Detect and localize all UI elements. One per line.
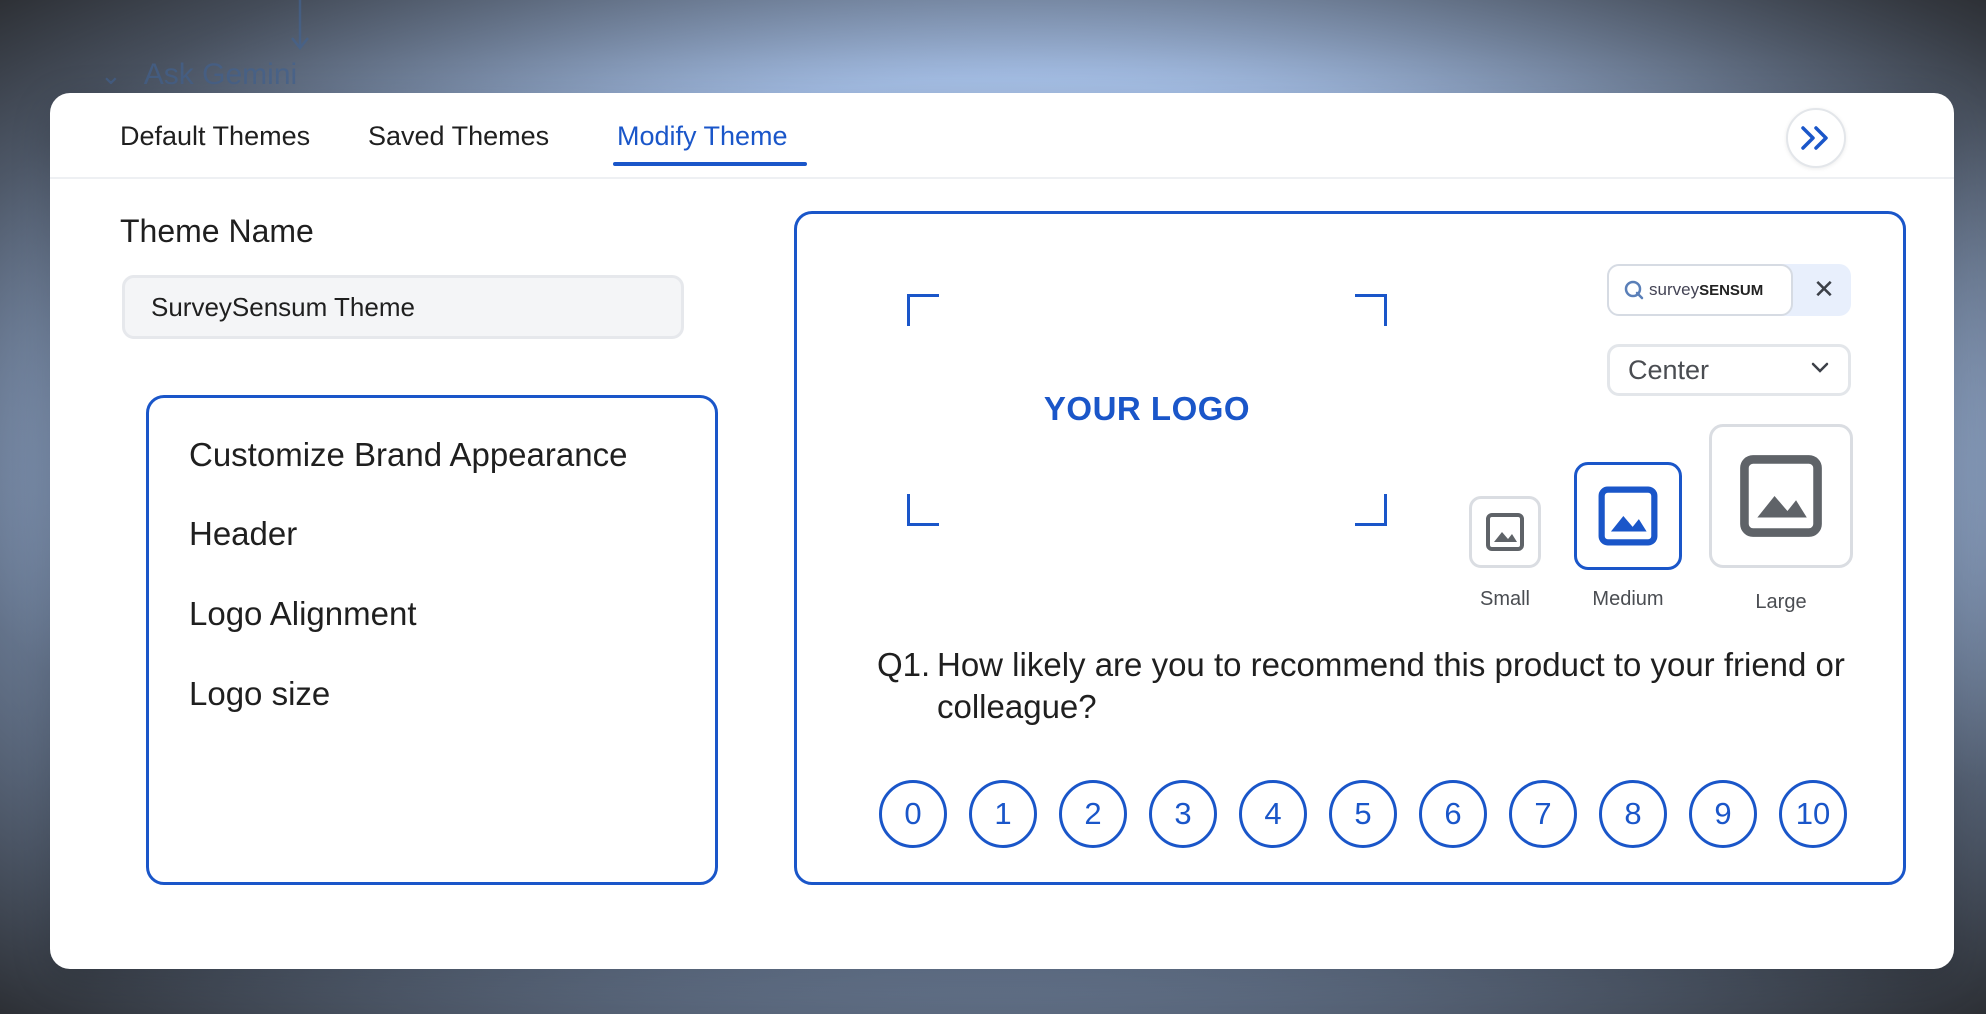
image-icon: [1740, 455, 1822, 537]
menu-item-logo-size[interactable]: Logo size: [189, 675, 330, 713]
menu-item-header[interactable]: Header: [189, 515, 297, 553]
double-chevron-right-icon: [1801, 126, 1828, 150]
logo-alignment-select[interactable]: Center: [1607, 344, 1851, 396]
image-icon: [1598, 486, 1658, 546]
customization-menu: Customize Brand Appearance Header Logo A…: [146, 395, 718, 885]
scale-option-6[interactable]: 6: [1419, 780, 1487, 848]
logo-size-medium-option[interactable]: [1574, 462, 1682, 570]
brand-logo-text: surveySENSUM: [1649, 280, 1764, 299]
corner-mark: [907, 294, 939, 326]
theme-name-input[interactable]: [122, 275, 684, 339]
brand-logo-chip: surveySENSUM ✕: [1607, 264, 1851, 316]
corner-mark: [1355, 294, 1387, 326]
size-label-medium: Medium: [1592, 588, 1664, 610]
tab-bar: Default Themes Saved Themes Modify Theme: [50, 93, 1954, 179]
scale-option-1[interactable]: 1: [969, 780, 1037, 848]
ask-gemini-label: Ask Gemini: [143, 58, 298, 91]
brand-logo: surveySENSUM: [1607, 264, 1793, 316]
scale-option-8[interactable]: 8: [1599, 780, 1667, 848]
image-icon: [1486, 513, 1524, 551]
scale-option-5[interactable]: 5: [1329, 780, 1397, 848]
question-number: Q1.: [877, 646, 931, 683]
nps-scale: 0 1 2 3 4 5 6 7 8 9 10: [879, 780, 1847, 848]
scale-option-2[interactable]: 2: [1059, 780, 1127, 848]
logo-placeholder-text: YOUR LOGO: [1043, 390, 1251, 427]
logo-placeholder[interactable]: YOUR LOGO: [907, 294, 1387, 526]
active-tab-indicator: [613, 162, 807, 166]
scale-option-7[interactable]: 7: [1509, 780, 1577, 848]
collapse-panel-button[interactable]: [1786, 108, 1846, 168]
tab-default-themes[interactable]: Default Themes: [120, 121, 310, 152]
remove-logo-button[interactable]: ✕: [1807, 272, 1841, 306]
scale-option-4[interactable]: 4: [1239, 780, 1307, 848]
logo-size-large-option[interactable]: [1709, 424, 1853, 568]
logo-size-small-option[interactable]: [1469, 496, 1541, 568]
corner-mark: [1355, 494, 1387, 526]
arrow-down-icon: [291, 0, 309, 51]
surveysensum-logo-icon: [1624, 280, 1644, 300]
scale-option-9[interactable]: 9: [1689, 780, 1757, 848]
scale-option-0[interactable]: 0: [879, 780, 947, 848]
chevron-down-icon: [1811, 362, 1829, 373]
background-ask-gemini: ⌄ Ask Gemini: [100, 58, 297, 92]
chevron-down-icon: ⌄: [100, 59, 122, 90]
corner-mark: [907, 494, 939, 526]
menu-item-logo-alignment[interactable]: Logo Alignment: [189, 595, 417, 633]
scale-option-3[interactable]: 3: [1149, 780, 1217, 848]
menu-item-brand-appearance[interactable]: Customize Brand Appearance: [189, 436, 627, 474]
tab-modify-theme[interactable]: Modify Theme: [617, 121, 788, 152]
tab-saved-themes[interactable]: Saved Themes: [368, 121, 549, 152]
scale-option-10[interactable]: 10: [1779, 780, 1847, 848]
theme-preview: YOUR LOGO surveySENSUM ✕ Center Small Me…: [794, 211, 1906, 885]
theme-editor-card: Default Themes Saved Themes Modify Theme…: [50, 93, 1954, 969]
size-label-small: Small: [1479, 588, 1530, 610]
size-label-large: Large: [1755, 591, 1807, 613]
question-text: How likely are you to recommend this pro…: [937, 646, 1845, 725]
survey-question: Q1. How likely are you to recommend this…: [877, 644, 1867, 728]
theme-name-label: Theme Name: [120, 213, 314, 249]
alignment-value: Center: [1628, 354, 1710, 385]
